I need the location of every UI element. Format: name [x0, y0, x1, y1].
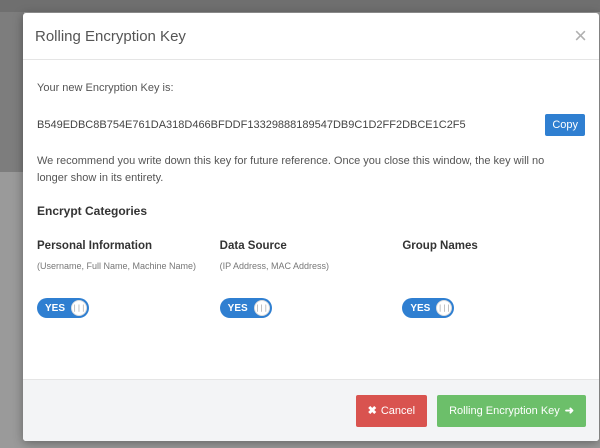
cancel-button[interactable]: ✖ Cancel	[355, 394, 428, 427]
category-name: Personal Information	[37, 240, 153, 252]
category-personal-information: Personal Information (Username, Full Nam…	[37, 240, 220, 318]
personal-information-toggle[interactable]: YES |||	[37, 298, 89, 318]
encrypt-categories-heading: Encrypt Categories	[37, 204, 148, 218]
category-description: (IP Address, MAC Address)	[219, 261, 330, 271]
close-icon[interactable]: ×	[574, 25, 587, 47]
data-source-toggle[interactable]: YES |||	[219, 298, 272, 318]
background-topbar	[0, 0, 600, 12]
copy-button[interactable]: Copy	[545, 114, 585, 136]
key-intro-text: Your new Encryption Key is:	[37, 82, 174, 94]
rolling-key-modal: Rolling Encryption Key × Your new Encryp…	[23, 13, 599, 441]
roll-label: Rolling Encryption Key	[449, 404, 560, 417]
category-group-names: Group Names YES |||	[402, 240, 585, 318]
modal-footer: ✖ Cancel Rolling Encryption Key ➜	[23, 379, 599, 441]
cancel-label: Cancel	[380, 404, 416, 417]
category-name: Data Source	[219, 240, 287, 252]
category-description	[402, 259, 585, 289]
categories-row: Personal Information (Username, Full Nam…	[37, 240, 585, 318]
category-data-source: Data Source (IP Address, MAC Address) YE…	[219, 240, 403, 318]
modal-title: Rolling Encryption Key	[35, 27, 186, 45]
toggle-knob-icon: |||	[253, 300, 270, 316]
group-names-toggle[interactable]: YES |||	[402, 298, 455, 318]
arrow-right-icon: ➜	[564, 405, 574, 417]
modal-header: Rolling Encryption Key ×	[23, 13, 599, 60]
cancel-x-icon: ✖	[367, 405, 377, 417]
toggle-knob-icon: |||	[436, 300, 453, 316]
modal-body: Your new Encryption Key is: B549EDBC8B75…	[23, 82, 599, 318]
background-sidebar	[0, 12, 24, 172]
encryption-key-value[interactable]: B549EDBC8B754E761DA318D466BFDDF133298881…	[37, 119, 466, 131]
category-description: (Username, Full Name, Machine Name)	[37, 261, 197, 271]
toggle-label: YES	[45, 302, 66, 314]
rolling-encryption-key-button[interactable]: Rolling Encryption Key ➜	[437, 394, 586, 427]
key-row: B549EDBC8B754E761DA318D466BFDDF133298881…	[37, 114, 585, 136]
toggle-knob-icon: |||	[71, 300, 87, 316]
toggle-label: YES	[227, 302, 248, 314]
recommend-text: We recommend you write down this key for…	[37, 155, 545, 184]
category-name: Group Names	[402, 240, 478, 252]
toggle-label: YES	[410, 302, 431, 314]
